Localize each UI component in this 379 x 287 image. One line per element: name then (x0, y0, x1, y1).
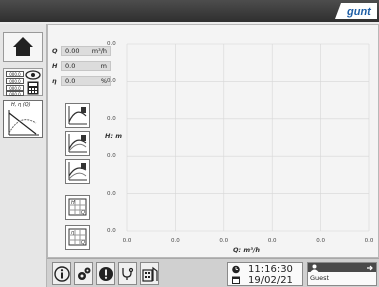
mini-value-2: 000.0 (6, 78, 24, 84)
x-tick-label: 0.0 (171, 238, 180, 244)
alert-icon (98, 266, 113, 281)
left-nav: 000.0 000.0 000.0 000.0 H, η (Q) (0, 24, 47, 287)
eye-icon (25, 70, 41, 80)
mini-value-1: 000.0 (6, 71, 24, 77)
home-icon (13, 37, 33, 56)
diagnostics-button[interactable] (118, 262, 137, 285)
x-axis-label: Q: m³/h (233, 246, 261, 254)
y-axis-label: H: m (105, 132, 123, 140)
y-tick-label: 0.0 (107, 78, 116, 85)
user-icon (310, 264, 319, 272)
info-button[interactable] (52, 262, 71, 285)
login-arrow-icon[interactable] (366, 264, 374, 272)
x-tick-label: 0.0 (122, 238, 132, 244)
chart-button-label: H, η (Q) (11, 102, 31, 108)
bottom-bar: 11:16:30 19/02/21 Guest (47, 258, 379, 287)
user-panel[interactable]: Guest (307, 262, 377, 286)
calendar-icon (232, 276, 240, 284)
home-button[interactable] (3, 32, 43, 62)
characteristic-curve-icon (8, 110, 39, 136)
characteristic-chart-button[interactable]: H, η (Q) (3, 100, 43, 138)
y-tick-label: 0.0 (107, 190, 116, 197)
current-date: 19/02/21 (248, 275, 293, 286)
x-tick-label: 0.0 (316, 238, 325, 244)
clock-display: 11:16:30 19/02/21 (227, 262, 303, 286)
stethoscope-icon (121, 267, 133, 280)
y-tick-label: 0.0 (107, 153, 116, 160)
values-calculator-button[interactable]: 000.0 000.0 000.0 000.0 (3, 68, 43, 97)
y-tick-label: 0.0 (107, 41, 116, 47)
chart-svg (126, 43, 370, 232)
x-tick-label: 0.0 (364, 238, 374, 244)
gears-icon (77, 267, 90, 280)
mini-value-4: 000.0 (6, 91, 24, 97)
main-panel: Q 0.00 m³/h H 0.0 m η 0.0 % H Q η Q 0.0 … (47, 24, 379, 258)
current-time: 11:16:30 (248, 264, 293, 275)
building-icon (141, 266, 158, 282)
user-name: Guest (310, 274, 330, 282)
svg-text:gunt: gunt (346, 6, 372, 18)
y-tick-label: 0.0 (107, 115, 116, 122)
x-tick-label: 0.0 (267, 238, 277, 244)
gunt-logo: gunt (335, 3, 377, 19)
alarm-button[interactable] (96, 262, 115, 285)
top-bar: gunt (0, 0, 379, 22)
calculator-icon (27, 81, 39, 95)
plant-button[interactable] (140, 262, 159, 285)
y-tick-label: 0.0 (107, 228, 116, 234)
user-panel-header (308, 263, 376, 272)
settings-button[interactable] (74, 262, 93, 285)
x-tick-label: 0.0 (219, 238, 229, 244)
info-icon (53, 265, 70, 282)
clock-icon (232, 265, 240, 274)
